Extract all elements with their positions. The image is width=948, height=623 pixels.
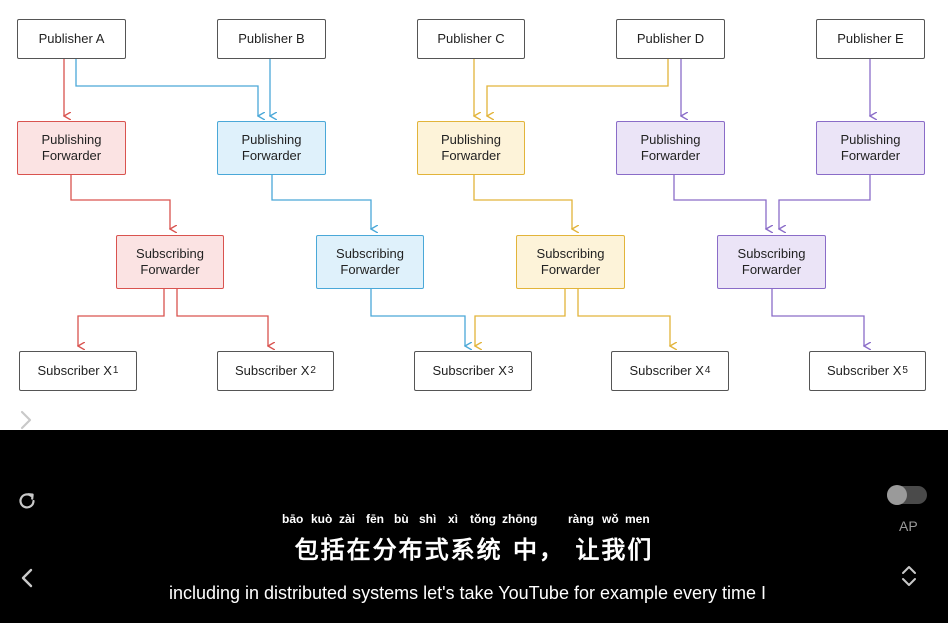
publisher-a: Publisher A xyxy=(17,19,126,59)
subscribing-forwarder-red: Subscribing Forwarder xyxy=(116,235,224,289)
publishing-forwarder-label: Publishing Forwarder xyxy=(441,132,501,163)
yellow-connectors xyxy=(474,59,670,346)
subscribing-forwarder-yellow: Subscribing Forwarder xyxy=(516,235,625,289)
subscribing-forwarder-purple: Subscribing Forwarder xyxy=(717,235,826,289)
pinyin-word: bù xyxy=(394,512,409,526)
auto-play-toggle[interactable] xyxy=(887,485,927,505)
subscriber-x1: Subscriber X1 xyxy=(19,351,137,391)
toggle-knob xyxy=(887,485,907,505)
subscriber-index: 3 xyxy=(507,365,514,376)
subscriber-index: 4 xyxy=(704,365,711,376)
pinyin-word: kuò xyxy=(311,512,333,526)
diagram-image: Publisher A Publisher B Publisher C Publ… xyxy=(0,0,948,430)
pinyin-word: bāo xyxy=(282,512,304,526)
subscriber-index: 5 xyxy=(902,365,908,376)
pinyin-word: xì xyxy=(448,512,459,526)
publisher-a-label: Publisher A xyxy=(38,31,105,46)
subscriber-index: 2 xyxy=(310,365,316,376)
publishing-forwarder-red: Publishing Forwarder xyxy=(17,121,126,175)
subscribing-forwarder-label: Subscribing Forwarder xyxy=(536,246,605,277)
pinyin-word: tǒng xyxy=(470,512,496,526)
publisher-c: Publisher C xyxy=(417,19,525,59)
publishing-forwarder-label: Publishing Forwarder xyxy=(41,132,102,163)
subscriber-label: Subscriber X xyxy=(235,363,310,378)
publisher-d-label: Publisher D xyxy=(636,31,705,46)
publishing-forwarder-yellow: Publishing Forwarder xyxy=(417,121,525,175)
red-connectors xyxy=(64,59,268,346)
pinyin-word: fēn xyxy=(366,512,384,526)
subscriber-x2: Subscriber X2 xyxy=(217,351,334,391)
chinese-subtitle: 包括在分布式系统 中， 让我们 xyxy=(294,536,654,564)
publishing-forwarder-label: Publishing Forwarder xyxy=(640,132,701,163)
english-subtitle: including in distributed systems let's t… xyxy=(168,583,767,603)
pinyin-word: men xyxy=(625,512,650,526)
publisher-e: Publisher E xyxy=(816,19,925,59)
subscriber-label: Subscriber X xyxy=(432,363,507,378)
publisher-e-label: Publisher E xyxy=(837,31,904,46)
chevron-right-icon[interactable] xyxy=(16,408,36,437)
publisher-c-label: Publisher C xyxy=(437,31,505,46)
pinyin-word: zài xyxy=(339,512,356,526)
subscriber-x3: Subscriber X3 xyxy=(414,351,532,391)
subscriber-label: Subscriber X xyxy=(37,363,112,378)
publishing-forwarder-label: Publishing Forwarder xyxy=(840,132,901,163)
publishing-forwarder-blue: Publishing Forwarder xyxy=(217,121,326,175)
publisher-b: Publisher B xyxy=(217,19,326,59)
player-controls: AP bāo kuò zài fēn bù shì xì tǒng zhōng … xyxy=(0,410,948,623)
pinyin-word: shì xyxy=(419,512,437,526)
blue-connectors xyxy=(75,59,465,346)
reload-icon[interactable] xyxy=(16,490,38,517)
pinyin-word: wǒ xyxy=(602,512,619,526)
pinyin-word: ràng xyxy=(568,512,595,526)
subscribing-forwarder-label: Subscribing Forwarder xyxy=(336,246,404,277)
publishing-forwarder-label: Publishing Forwarder xyxy=(241,132,302,163)
publisher-d: Publisher D xyxy=(616,19,725,59)
pinyin-word: zhōng xyxy=(502,512,538,526)
subscriber-x5: Subscriber X5 xyxy=(809,351,926,391)
subscriber-label: Subscriber X xyxy=(827,363,902,378)
subscribing-forwarder-label: Subscribing Forwarder xyxy=(136,246,204,277)
subscribing-forwarder-blue: Subscribing Forwarder xyxy=(316,235,424,289)
publishing-forwarder-purple-1: Publishing Forwarder xyxy=(616,121,725,175)
subscriber-index: 1 xyxy=(112,365,119,376)
publishing-forwarder-purple-2: Publishing Forwarder xyxy=(816,121,925,175)
subscriber-x4: Subscriber X4 xyxy=(611,351,729,391)
publisher-b-label: Publisher B xyxy=(238,31,305,46)
subscriber-label: Subscriber X xyxy=(629,363,704,378)
subscribing-forwarder-label: Subscribing Forwarder xyxy=(737,246,806,277)
purple-connectors xyxy=(673,59,870,346)
